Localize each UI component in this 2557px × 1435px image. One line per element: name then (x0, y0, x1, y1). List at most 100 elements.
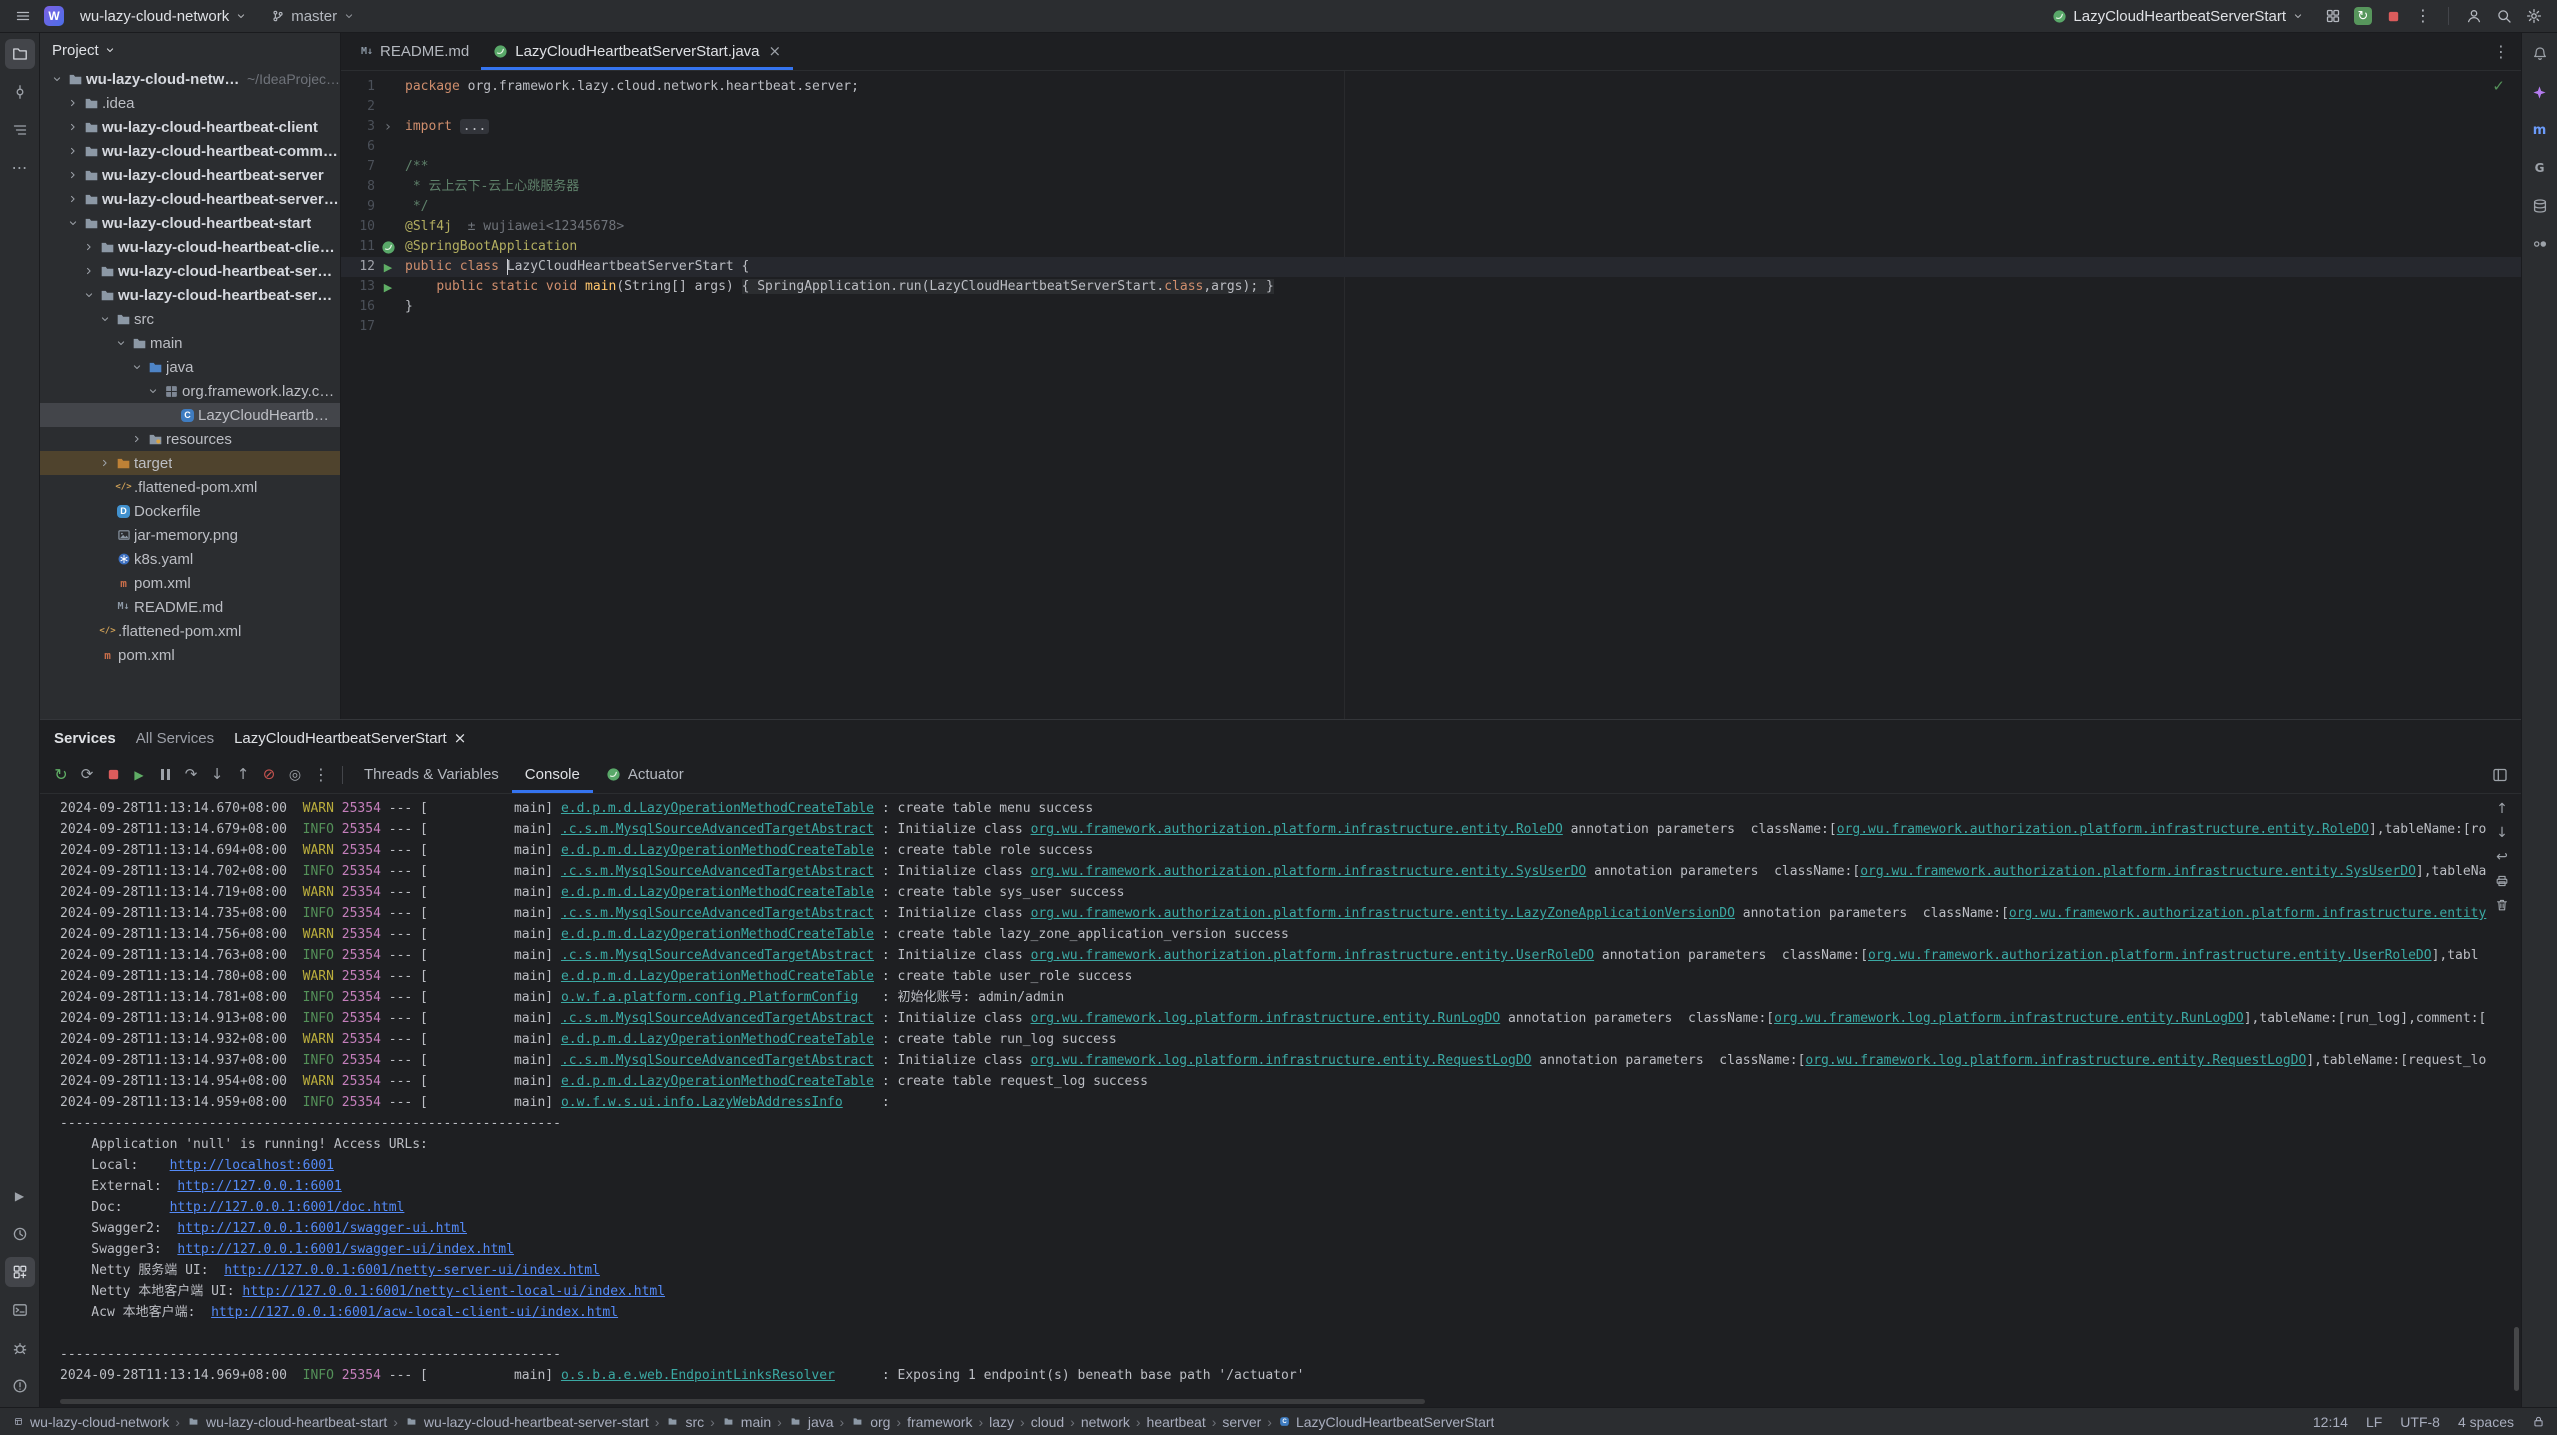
class-link[interactable]: org.wu.framework.log.platform.infrastruc… (1805, 1053, 2306, 1068)
user-avatar-button[interactable] (2461, 3, 2487, 29)
step-over-button[interactable]: ↷ (178, 762, 204, 788)
breadcrumb-item-heartbeat[interactable]: heartbeat (1147, 1414, 1206, 1430)
chevron-expanded-icon[interactable] (80, 289, 97, 301)
logger-link[interactable]: .c.s.m.MysqlSourceAdvancedTargetAbstract (561, 864, 874, 879)
tree-item-target[interactable]: target (40, 451, 340, 475)
logger-link[interactable]: o.w.f.a.platform.config.PlatformConfig (561, 990, 858, 1005)
tree-item-org.framework.lazy.c-[interactable]: org.framework.lazy.c… (40, 379, 340, 403)
search-button[interactable] (2491, 3, 2517, 29)
breadcrumb-item-LazyCloudHeartbeatServerStart[interactable]: CLazyCloudHeartbeatServerStart (1278, 1414, 1494, 1430)
tree-item-README.md[interactable]: M↓ README.md (40, 595, 340, 619)
breadcrumb-item-server[interactable]: server (1222, 1414, 1261, 1430)
chevron-collapsed-icon[interactable] (64, 121, 81, 133)
chevron-collapsed-icon[interactable] (64, 169, 81, 181)
services-tab-LazyCloudHeartbeatServerStart[interactable]: LazyCloudHeartbeatServerStart × (234, 730, 466, 747)
caret-position[interactable]: 12:14 (2313, 1414, 2348, 1430)
logger-link[interactable]: e.d.p.m.d.LazyOperationMethodCreateTable (561, 885, 874, 900)
logger-link[interactable]: e.d.p.m.d.LazyOperationMethodCreateTable (561, 927, 874, 942)
tree-item-main[interactable]: main (40, 331, 340, 355)
scroll-to-bottom-button[interactable]: ↓ (2495, 826, 2509, 840)
database-tool-button[interactable] (2525, 191, 2555, 221)
tree-item-wu-lazy-cloud-network[interactable]: wu-lazy-cloud-network ~/IdeaProjec… (40, 67, 340, 91)
url-link[interactable]: http://localhost:6001 (170, 1158, 334, 1173)
breadcrumb-item-src[interactable]: src (665, 1414, 704, 1430)
tree-item-k8s.yaml[interactable]: k8s.yaml (40, 547, 340, 571)
breadcrumb-item-lazy[interactable]: lazy (989, 1414, 1014, 1430)
tab-options-icon[interactable]: ⋮ (2493, 44, 2509, 60)
project-tool-button[interactable] (5, 39, 35, 69)
project-panel-header[interactable]: Project (40, 33, 340, 67)
tree-item-.idea[interactable]: .idea (40, 91, 340, 115)
tree-item-LazyCloudHeartb-[interactable]: C LazyCloudHeartb… (40, 403, 340, 427)
tree-item-pom.xml[interactable]: m pom.xml (40, 643, 340, 667)
url-link[interactable]: http://127.0.0.1:6001/acw-local-client-u… (211, 1305, 618, 1320)
chevron-collapsed-icon[interactable] (80, 265, 97, 277)
stop-button[interactable] (2380, 3, 2406, 29)
url-link[interactable]: http://127.0.0.1:6001/netty-server-ui/in… (224, 1263, 600, 1278)
tree-item-resources[interactable]: resources (40, 427, 340, 451)
main-menu-icon[interactable] (10, 3, 36, 29)
run-config-widget[interactable]: LazyCloudHeartbeatServerStart (2044, 5, 2312, 28)
editor-line-6[interactable]: 6 (341, 137, 2521, 157)
breadcrumb-item-cloud[interactable]: cloud (1031, 1414, 1064, 1430)
editor-line-3[interactable]: 3 › import ... (341, 117, 2521, 137)
resume-button[interactable]: ▶ (126, 762, 152, 788)
encoding[interactable]: UTF-8 (2400, 1414, 2440, 1430)
branch-widget[interactable]: master (263, 5, 363, 28)
close-icon[interactable]: × (769, 44, 782, 59)
class-link[interactable]: org.wu.framework.authorization.platform.… (1031, 948, 1595, 963)
breadcrumb-item-org[interactable]: org (850, 1414, 890, 1430)
more-tools-tool-button[interactable]: ⋯ (5, 153, 35, 183)
chevron-expanded-icon[interactable] (96, 313, 113, 325)
history-tool-button[interactable] (5, 1219, 35, 1249)
editor-line-9[interactable]: 9 */ (341, 197, 2521, 217)
ai-assistant-tool-button[interactable] (2525, 77, 2555, 107)
run-console[interactable]: 2024-09-28T11:13:14.670+08:00 WARN 25354… (40, 794, 2521, 1407)
chevron-collapsed-icon[interactable] (80, 241, 97, 253)
problems-tool-button[interactable] (5, 1371, 35, 1401)
chevron-expanded-icon[interactable] (112, 337, 129, 349)
tree-item-.flattened-pom.xml[interactable]: </> .flattened-pom.xml (40, 475, 340, 499)
editor-line-13[interactable]: 13 ▶ public static void main(String[] ar… (341, 277, 2521, 297)
run-gutter-icon[interactable]: ▶ (384, 262, 392, 273)
logger-link[interactable]: o.w.f.w.s.ui.info.LazyWebAddressInfo (561, 1095, 843, 1110)
tree-item-wu-lazy-cloud-heartbeat-serv-[interactable]: wu-lazy-cloud-heartbeat-serv… (40, 283, 340, 307)
console-vertical-scrollbar[interactable] (2514, 1327, 2519, 1391)
class-link[interactable]: org.wu.framework.authorization.platform.… (2009, 906, 2486, 921)
commit-tool-button[interactable] (5, 77, 35, 107)
terminal-tool-button[interactable] (5, 1295, 35, 1325)
editor-line-17[interactable]: 17 (341, 317, 2521, 337)
logger-link[interactable]: o.s.b.a.e.web.EndpointLinksResolver (561, 1368, 835, 1383)
class-link[interactable]: org.wu.framework.log.platform.infrastruc… (1031, 1011, 1501, 1026)
breadcrumb-item-main[interactable]: main (721, 1414, 771, 1430)
editor-line-16[interactable]: 16 } (341, 297, 2521, 317)
maven-tool-tool-button[interactable]: m (2525, 115, 2555, 145)
url-link[interactable]: http://127.0.0.1:6001/swagger-ui/index.h… (177, 1242, 514, 1257)
logger-link[interactable]: .c.s.m.MysqlSourceAdvancedTargetAbstract (561, 948, 874, 963)
soft-wrap-button[interactable]: ↩ (2495, 850, 2509, 864)
more-vertical-button[interactable]: ⋮ (2410, 3, 2436, 29)
editor-line-11[interactable]: 11 @SpringBootApplication (341, 237, 2521, 257)
logger-link[interactable]: e.d.p.m.d.LazyOperationMethodCreateTable (561, 843, 874, 858)
chevron-expanded-icon[interactable] (48, 73, 65, 85)
fold-marker-icon[interactable]: › (385, 120, 391, 134)
tree-item-wu-lazy-cloud-heartbeat-start[interactable]: wu-lazy-cloud-heartbeat-start (40, 211, 340, 235)
endpoints-tool-button[interactable] (2525, 229, 2555, 259)
clear-all-button[interactable] (2495, 898, 2509, 912)
chevron-expanded-icon[interactable] (128, 361, 145, 373)
code-editor[interactable]: ✓ 1 package org.framework.lazy.cloud.net… (341, 71, 2521, 719)
settings-button[interactable] (2521, 3, 2547, 29)
pause-button[interactable] (152, 762, 178, 788)
editor-line-2[interactable]: 2 (341, 97, 2521, 117)
logger-link[interactable]: e.d.p.m.d.LazyOperationMethodCreateTable (561, 1032, 874, 1047)
services-tab-All-Services[interactable]: All Services (136, 730, 214, 747)
close-icon[interactable]: × (454, 731, 467, 746)
class-link[interactable]: org.wu.framework.authorization.platform.… (1868, 948, 2432, 963)
print-button[interactable] (2495, 874, 2509, 888)
chevron-collapsed-icon[interactable] (64, 145, 81, 157)
tree-item-wu-lazy-cloud-heartbeat-serv-[interactable]: wu-lazy-cloud-heartbeat-serv… (40, 259, 340, 283)
project-logo[interactable]: W (44, 6, 64, 26)
tree-item-src[interactable]: src (40, 307, 340, 331)
class-link[interactable]: org.wu.framework.log.platform.infrastruc… (1031, 1053, 1532, 1068)
breadcrumb-item-wu-lazy-cloud-network[interactable]: wu-lazy-cloud-network (12, 1414, 169, 1430)
